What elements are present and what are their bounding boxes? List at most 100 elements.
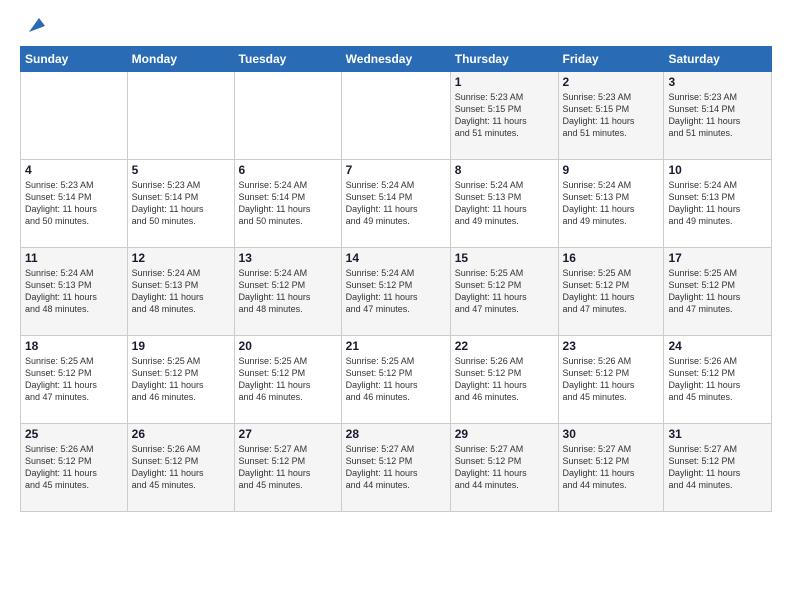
day-info: Sunrise: 5:23 AM Sunset: 5:14 PM Dayligh… [25,179,123,228]
table-row: 1 Sunrise: 5:23 AM Sunset: 5:15 PM Daylig… [450,72,558,160]
day-number: 12 [132,251,230,265]
day-info: Sunrise: 5:25 AM Sunset: 5:12 PM Dayligh… [346,355,446,404]
cell-content: 17 Sunrise: 5:25 AM Sunset: 5:12 PM Dayli… [668,251,767,316]
table-row: 4Sunrise: 5:23 AM Sunset: 5:14 PM Daylig… [21,160,128,248]
day-number: 23 [563,339,660,353]
table-row: 10 Sunrise: 5:24 AM Sunset: 5:13 PM Dayli… [664,160,772,248]
day-number: 21 [346,339,446,353]
cell-content: 13 Sunrise: 5:24 AM Sunset: 5:12 PM Dayli… [239,251,337,316]
day-info: Sunrise: 5:26 AM Sunset: 5:12 PM Dayligh… [132,443,230,492]
cell-content: 9 Sunrise: 5:24 AM Sunset: 5:13 PM Daylig… [563,163,660,228]
day-number: 29 [455,427,554,441]
table-row: 7 Sunrise: 5:24 AM Sunset: 5:14 PM Daylig… [341,160,450,248]
day-number: 20 [239,339,337,353]
cell-content: 4Sunrise: 5:23 AM Sunset: 5:14 PM Daylig… [25,163,123,228]
calendar-week-row: 1 Sunrise: 5:23 AM Sunset: 5:15 PM Daylig… [21,72,772,160]
cell-content: 7 Sunrise: 5:24 AM Sunset: 5:14 PM Daylig… [346,163,446,228]
day-info: Sunrise: 5:25 AM Sunset: 5:12 PM Dayligh… [668,267,767,316]
day-number: 13 [239,251,337,265]
cell-content: 8 Sunrise: 5:24 AM Sunset: 5:13 PM Daylig… [455,163,554,228]
day-number: 1 [455,75,554,89]
day-number: 17 [668,251,767,265]
cell-content: 16Sunrise: 5:25 AM Sunset: 5:12 PM Dayli… [563,251,660,316]
day-info: Sunrise: 5:24 AM Sunset: 5:13 PM Dayligh… [668,179,767,228]
day-info: Sunrise: 5:26 AM Sunset: 5:12 PM Dayligh… [455,355,554,404]
cell-content: 1 Sunrise: 5:23 AM Sunset: 5:15 PM Daylig… [455,75,554,140]
table-row: 19Sunrise: 5:25 AM Sunset: 5:12 PM Dayli… [127,336,234,424]
table-row: 30 Sunrise: 5:27 AM Sunset: 5:12 PM Dayli… [558,424,664,512]
day-number: 5 [132,163,230,177]
cell-content: 29 Sunrise: 5:27 AM Sunset: 5:12 PM Dayli… [455,427,554,492]
day-number: 10 [668,163,767,177]
cell-content: 30 Sunrise: 5:27 AM Sunset: 5:12 PM Dayli… [563,427,660,492]
header [20,18,772,36]
day-info: Sunrise: 5:24 AM Sunset: 5:13 PM Dayligh… [25,267,123,316]
day-number: 28 [346,427,446,441]
day-info: Sunrise: 5:26 AM Sunset: 5:12 PM Dayligh… [668,355,767,404]
table-row: 14Sunrise: 5:24 AM Sunset: 5:12 PM Dayli… [341,248,450,336]
day-number: 8 [455,163,554,177]
day-info: Sunrise: 5:24 AM Sunset: 5:13 PM Dayligh… [132,267,230,316]
cell-content: 31Sunrise: 5:27 AM Sunset: 5:12 PM Dayli… [668,427,767,492]
table-row: 17 Sunrise: 5:25 AM Sunset: 5:12 PM Dayli… [664,248,772,336]
table-row [21,72,128,160]
table-row: 26Sunrise: 5:26 AM Sunset: 5:12 PM Dayli… [127,424,234,512]
day-number: 25 [25,427,123,441]
day-info: Sunrise: 5:24 AM Sunset: 5:14 PM Dayligh… [346,179,446,228]
day-info: Sunrise: 5:27 AM Sunset: 5:12 PM Dayligh… [455,443,554,492]
table-row: 8 Sunrise: 5:24 AM Sunset: 5:13 PM Daylig… [450,160,558,248]
table-row: 25Sunrise: 5:26 AM Sunset: 5:12 PM Dayli… [21,424,128,512]
day-info: Sunrise: 5:24 AM Sunset: 5:13 PM Dayligh… [563,179,660,228]
day-number: 7 [346,163,446,177]
cell-content: 23 Sunrise: 5:26 AM Sunset: 5:12 PM Dayli… [563,339,660,404]
table-row: 31Sunrise: 5:27 AM Sunset: 5:12 PM Dayli… [664,424,772,512]
day-number: 30 [563,427,660,441]
cell-content: 26Sunrise: 5:26 AM Sunset: 5:12 PM Dayli… [132,427,230,492]
day-info: Sunrise: 5:23 AM Sunset: 5:15 PM Dayligh… [563,91,660,140]
col-tuesday: Tuesday [234,47,341,72]
table-row: 24Sunrise: 5:26 AM Sunset: 5:12 PM Dayli… [664,336,772,424]
table-row: 21 Sunrise: 5:25 AM Sunset: 5:12 PM Dayli… [341,336,450,424]
day-info: Sunrise: 5:27 AM Sunset: 5:12 PM Dayligh… [239,443,337,492]
calendar-header-row: Sunday Monday Tuesday Wednesday Thursday… [21,47,772,72]
cell-content: 18 Sunrise: 5:25 AM Sunset: 5:12 PM Dayli… [25,339,123,404]
day-number: 27 [239,427,337,441]
calendar-week-row: 11Sunrise: 5:24 AM Sunset: 5:13 PM Dayli… [21,248,772,336]
day-number: 3 [668,75,767,89]
day-info: Sunrise: 5:26 AM Sunset: 5:12 PM Dayligh… [563,355,660,404]
cell-content: 3 Sunrise: 5:23 AM Sunset: 5:14 PM Daylig… [668,75,767,140]
table-row: 13 Sunrise: 5:24 AM Sunset: 5:12 PM Dayli… [234,248,341,336]
col-wednesday: Wednesday [341,47,450,72]
day-number: 16 [563,251,660,265]
cell-content: 15Sunrise: 5:25 AM Sunset: 5:12 PM Dayli… [455,251,554,316]
col-sunday: Sunday [21,47,128,72]
cell-content: 24Sunrise: 5:26 AM Sunset: 5:12 PM Dayli… [668,339,767,404]
calendar-week-row: 25 Sunrise: 5:26 AM Sunset: 5:12 PM Dayli… [21,424,772,512]
calendar-table: Sunday Monday Tuesday Wednesday Thursday… [20,46,772,512]
day-info: Sunrise: 5:24 AM Sunset: 5:13 PM Dayligh… [455,179,554,228]
table-row: 5Sunrise: 5:23 AM Sunset: 5:14 PM Daylig… [127,160,234,248]
day-info: Sunrise: 5:24 AM Sunset: 5:12 PM Dayligh… [239,267,337,316]
table-row: 6Sunrise: 5:24 AM Sunset: 5:14 PM Daylig… [234,160,341,248]
day-info: Sunrise: 5:27 AM Sunset: 5:12 PM Dayligh… [563,443,660,492]
cell-content: 20 Sunrise: 5:25 AM Sunset: 5:12 PM Dayli… [239,339,337,404]
day-info: Sunrise: 5:25 AM Sunset: 5:12 PM Dayligh… [132,355,230,404]
page: Sunday Monday Tuesday Wednesday Thursday… [0,0,792,612]
day-info: Sunrise: 5:25 AM Sunset: 5:12 PM Dayligh… [239,355,337,404]
day-info: Sunrise: 5:23 AM Sunset: 5:14 PM Dayligh… [668,91,767,140]
table-row [234,72,341,160]
cell-content: 21 Sunrise: 5:25 AM Sunset: 5:12 PM Dayli… [346,339,446,404]
cell-content: 28Sunrise: 5:27 AM Sunset: 5:12 PM Dayli… [346,427,446,492]
table-row [341,72,450,160]
table-row: 9 Sunrise: 5:24 AM Sunset: 5:13 PM Daylig… [558,160,664,248]
cell-content: 6Sunrise: 5:24 AM Sunset: 5:14 PM Daylig… [239,163,337,228]
col-saturday: Saturday [664,47,772,72]
day-number: 9 [563,163,660,177]
day-number: 18 [25,339,123,353]
day-info: Sunrise: 5:23 AM Sunset: 5:15 PM Dayligh… [455,91,554,140]
table-row: 22Sunrise: 5:26 AM Sunset: 5:12 PM Dayli… [450,336,558,424]
day-info: Sunrise: 5:25 AM Sunset: 5:12 PM Dayligh… [25,355,123,404]
col-thursday: Thursday [450,47,558,72]
day-info: Sunrise: 5:27 AM Sunset: 5:12 PM Dayligh… [668,443,767,492]
calendar-week-row: 4Sunrise: 5:23 AM Sunset: 5:14 PM Daylig… [21,160,772,248]
